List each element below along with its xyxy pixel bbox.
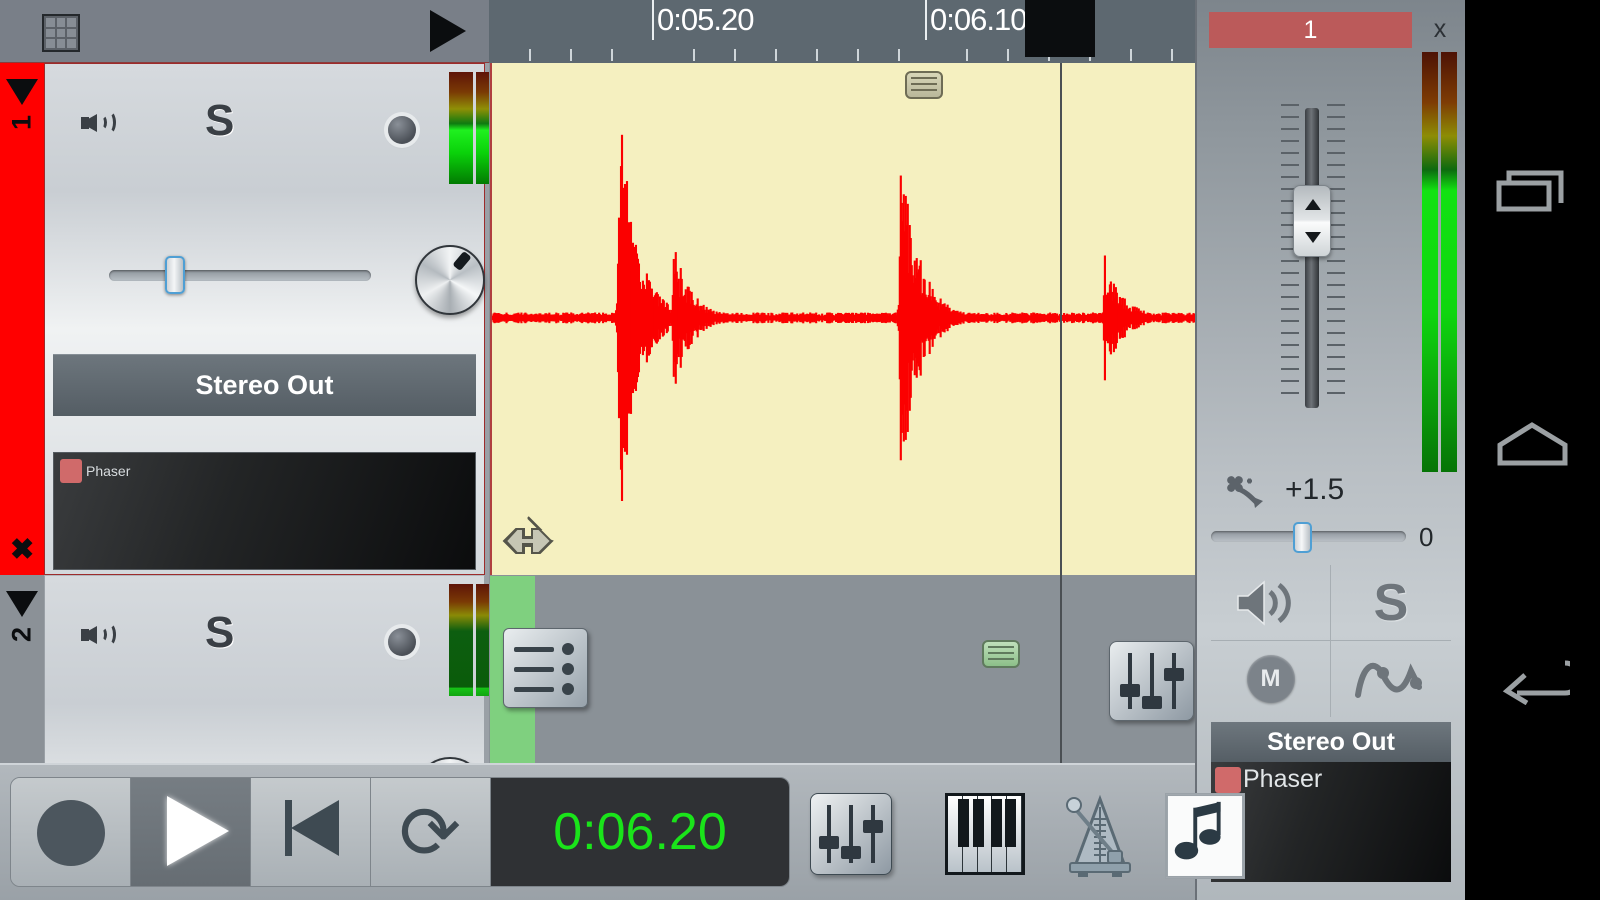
automation-curve-icon [1355, 662, 1422, 698]
recents-icon[interactable] [1495, 165, 1570, 225]
loop-icon: ⟳ [399, 791, 462, 874]
record-arm-dot-icon[interactable] [388, 628, 416, 656]
gain-value: +1.5 [1285, 473, 1345, 506]
channel-level-meter [1422, 52, 1457, 472]
channel-strip-panel: 1 x +1.5 0 S M Stereo Out Phaser [1195, 0, 1465, 900]
effect-color-swatch [1215, 766, 1241, 793]
waveform [492, 134, 1195, 501]
loop-button[interactable]: ⟳ [371, 778, 491, 886]
channel-fader-track[interactable] [1305, 108, 1319, 408]
channel-automation-button[interactable] [1331, 641, 1451, 717]
time-display[interactable]: 0:06.20 [491, 778, 789, 886]
chevron-down-icon [1305, 232, 1321, 243]
fader-scale-left [1281, 104, 1299, 414]
speaker-icon[interactable] [81, 108, 123, 138]
metronome-icon[interactable] [1060, 793, 1140, 877]
grid-view-icon[interactable] [42, 14, 80, 52]
mixer-faders-icon[interactable] [810, 793, 892, 875]
volume-slider-track[interactable] [109, 270, 371, 281]
track-1-body: S Stereo Out Phaser [44, 63, 499, 575]
effect-name: Phaser [1243, 765, 1323, 793]
channel-solo-button[interactable]: S [1331, 565, 1451, 641]
record-arm-dot-icon[interactable] [388, 116, 416, 144]
channel-fader-handle[interactable] [1293, 185, 1331, 257]
ruler-label-2: 0:06.10 [930, 2, 1027, 37]
track-2-number: 2 [6, 626, 37, 643]
record-button[interactable] [11, 778, 131, 886]
solo-button[interactable]: S [205, 608, 234, 658]
track-1-output-button[interactable]: Stereo Out [53, 354, 476, 416]
channel-midi-monitor-button[interactable]: M [1211, 641, 1331, 717]
channel-button-grid: S M [1211, 565, 1451, 717]
midi-list-icon[interactable] [503, 628, 588, 708]
effect-color-swatch [60, 459, 82, 483]
volume-slider-thumb[interactable] [165, 256, 185, 294]
clip2-grab-handle[interactable] [982, 640, 1020, 668]
speaker-icon[interactable] [81, 620, 123, 650]
gain-routing-icon [1227, 476, 1263, 508]
track-1-strip[interactable]: 1 ✖ [0, 63, 44, 575]
playhead-marker[interactable] [1025, 0, 1095, 57]
effect-name: Phaser [86, 463, 131, 479]
pan-slider-thumb[interactable] [1293, 522, 1312, 553]
clip-grab-handle[interactable] [905, 71, 943, 99]
home-icon[interactable] [1495, 415, 1570, 475]
android-nav-bar [1465, 0, 1600, 900]
top-toolbar [0, 0, 489, 63]
music-note-page-icon[interactable] [1165, 793, 1245, 879]
channel-mute-button[interactable] [1211, 565, 1331, 641]
track-1-number: 1 [6, 114, 37, 131]
gain-row: +1.5 [1197, 465, 1467, 521]
transport-tool-icons [805, 779, 1245, 889]
play-button[interactable] [131, 778, 251, 886]
ruler-label-1: 0:05.20 [657, 2, 754, 37]
track-1-controls: S [45, 64, 499, 194]
track-1-close-button[interactable]: ✖ [10, 536, 34, 565]
pan-value: 0 [1419, 522, 1434, 552]
app-root: 0:05.20 0:06.10 1 ✖ S Stereo Out Phaser … [0, 0, 1600, 900]
timeline-ruler[interactable]: 0:05.20 0:06.10 [489, 0, 1195, 63]
header-play-icon[interactable] [430, 10, 466, 52]
speaker-icon [1236, 579, 1291, 626]
track-1-effects-box[interactable]: Phaser [53, 452, 476, 570]
audio-clip-track-1[interactable] [490, 63, 1195, 575]
rewind-icon [291, 800, 339, 856]
channel-output-button[interactable]: Stereo Out [1211, 722, 1451, 762]
close-icon[interactable]: x [1425, 12, 1455, 46]
track-header-1[interactable]: 1 ✖ S Stereo Out Phaser [0, 63, 499, 575]
chevron-up-icon [1305, 199, 1321, 210]
mixer-faders-icon[interactable] [1109, 641, 1194, 721]
channel-title: 1 [1209, 12, 1412, 48]
chevron-down-icon[interactable] [6, 79, 38, 105]
track-1-volume-row [45, 224, 485, 344]
transport-bar: ⟳ 0:06.20 [0, 763, 1245, 900]
transport-controls: ⟳ 0:06.20 [10, 777, 790, 887]
solo-button[interactable]: S [205, 96, 234, 146]
m-circle-icon: M [1246, 655, 1295, 703]
rewind-button[interactable] [251, 778, 371, 886]
record-icon [37, 800, 105, 866]
track-2-controls: S [45, 576, 499, 706]
fader-scale-right [1327, 104, 1345, 414]
pan-knob[interactable] [415, 245, 485, 315]
move-cross-icon[interactable] [502, 515, 554, 567]
play-icon [167, 796, 229, 866]
track-header-column: 1 ✖ S Stereo Out Phaser 2 S [0, 63, 499, 900]
chevron-down-icon[interactable] [6, 591, 38, 617]
channel-effects-box[interactable]: Phaser [1211, 762, 1451, 882]
effect-slot[interactable]: Phaser [60, 459, 130, 483]
effect-slot[interactable]: Phaser [1215, 765, 1322, 794]
back-arrow-icon[interactable] [1495, 645, 1570, 705]
piano-keys-icon[interactable] [945, 793, 1025, 875]
